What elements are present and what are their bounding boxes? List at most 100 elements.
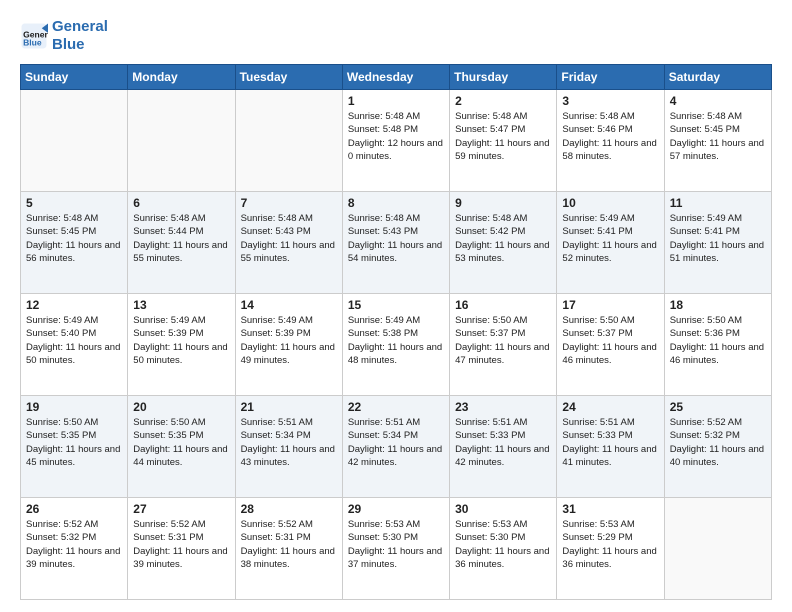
logo-icon: General Blue — [20, 22, 48, 50]
day-number: 4 — [670, 94, 766, 108]
day-number: 3 — [562, 94, 658, 108]
cell-info: Sunrise: 5:52 AMSunset: 5:31 PMDaylight:… — [241, 519, 335, 570]
weekday-header-wednesday: Wednesday — [342, 65, 449, 90]
calendar-cell: 21 Sunrise: 5:51 AMSunset: 5:34 PMDayligh… — [235, 396, 342, 498]
day-number: 5 — [26, 196, 122, 210]
day-number: 12 — [26, 298, 122, 312]
day-number: 30 — [455, 502, 551, 516]
day-number: 14 — [241, 298, 337, 312]
cell-info: Sunrise: 5:48 AMSunset: 5:42 PMDaylight:… — [455, 213, 549, 264]
day-number: 17 — [562, 298, 658, 312]
cell-info: Sunrise: 5:48 AMSunset: 5:43 PMDaylight:… — [348, 213, 442, 264]
day-number: 13 — [133, 298, 229, 312]
cell-info: Sunrise: 5:48 AMSunset: 5:47 PMDaylight:… — [455, 111, 549, 162]
cell-info: Sunrise: 5:50 AMSunset: 5:35 PMDaylight:… — [26, 417, 120, 468]
day-number: 24 — [562, 400, 658, 414]
calendar-cell: 11 Sunrise: 5:49 AMSunset: 5:41 PMDayligh… — [664, 192, 771, 294]
day-number: 25 — [670, 400, 766, 414]
day-number: 31 — [562, 502, 658, 516]
cell-info: Sunrise: 5:49 AMSunset: 5:39 PMDaylight:… — [241, 315, 335, 366]
cell-info: Sunrise: 5:53 AMSunset: 5:30 PMDaylight:… — [348, 519, 442, 570]
calendar-cell: 28 Sunrise: 5:52 AMSunset: 5:31 PMDayligh… — [235, 498, 342, 600]
cell-info: Sunrise: 5:48 AMSunset: 5:44 PMDaylight:… — [133, 213, 227, 264]
cell-info: Sunrise: 5:50 AMSunset: 5:37 PMDaylight:… — [455, 315, 549, 366]
day-number: 9 — [455, 196, 551, 210]
cell-info: Sunrise: 5:52 AMSunset: 5:31 PMDaylight:… — [133, 519, 227, 570]
day-number: 20 — [133, 400, 229, 414]
calendar-cell: 1Sunrise: 5:48 AMSunset: 5:48 PMDaylight… — [342, 90, 449, 192]
calendar-week-row: 19 Sunrise: 5:50 AMSunset: 5:35 PMDayligh… — [21, 396, 772, 498]
day-number: 23 — [455, 400, 551, 414]
calendar-cell: 4 Sunrise: 5:48 AMSunset: 5:45 PMDaylight… — [664, 90, 771, 192]
cell-info: Sunrise: 5:49 AMSunset: 5:41 PMDaylight:… — [670, 213, 764, 264]
calendar-cell: 16 Sunrise: 5:50 AMSunset: 5:37 PMDayligh… — [450, 294, 557, 396]
calendar-cell: 9 Sunrise: 5:48 AMSunset: 5:42 PMDaylight… — [450, 192, 557, 294]
cell-info: Sunrise: 5:49 AMSunset: 5:41 PMDaylight:… — [562, 213, 656, 264]
day-number: 21 — [241, 400, 337, 414]
calendar-cell — [21, 90, 128, 192]
calendar-cell: 17Sunrise: 5:50 AMSunset: 5:37 PMDayligh… — [557, 294, 664, 396]
calendar-cell: 7 Sunrise: 5:48 AMSunset: 5:43 PMDaylight… — [235, 192, 342, 294]
day-number: 29 — [348, 502, 444, 516]
cell-info: Sunrise: 5:51 AMSunset: 5:34 PMDaylight:… — [348, 417, 442, 468]
calendar-week-row: 1Sunrise: 5:48 AMSunset: 5:48 PMDaylight… — [21, 90, 772, 192]
day-number: 28 — [241, 502, 337, 516]
calendar-cell: 6 Sunrise: 5:48 AMSunset: 5:44 PMDaylight… — [128, 192, 235, 294]
calendar-cell: 29 Sunrise: 5:53 AMSunset: 5:30 PMDayligh… — [342, 498, 449, 600]
cell-info: Sunrise: 5:52 AMSunset: 5:32 PMDaylight:… — [670, 417, 764, 468]
weekday-header-tuesday: Tuesday — [235, 65, 342, 90]
weekday-header-monday: Monday — [128, 65, 235, 90]
cell-info: Sunrise: 5:51 AMSunset: 5:33 PMDaylight:… — [562, 417, 656, 468]
calendar-header-row: SundayMondayTuesdayWednesdayThursdayFrid… — [21, 65, 772, 90]
cell-info: Sunrise: 5:51 AMSunset: 5:34 PMDaylight:… — [241, 417, 335, 468]
calendar-cell: 26Sunrise: 5:52 AMSunset: 5:32 PMDayligh… — [21, 498, 128, 600]
day-number: 2 — [455, 94, 551, 108]
day-number: 8 — [348, 196, 444, 210]
cell-info: Sunrise: 5:48 AMSunset: 5:48 PMDaylight:… — [348, 111, 443, 162]
weekday-header-thursday: Thursday — [450, 65, 557, 90]
weekday-header-saturday: Saturday — [664, 65, 771, 90]
calendar-cell: 30Sunrise: 5:53 AMSunset: 5:30 PMDayligh… — [450, 498, 557, 600]
day-number: 16 — [455, 298, 551, 312]
calendar-cell: 24 Sunrise: 5:51 AMSunset: 5:33 PMDayligh… — [557, 396, 664, 498]
day-number: 22 — [348, 400, 444, 414]
calendar-cell — [128, 90, 235, 192]
calendar-cell: 13Sunrise: 5:49 AMSunset: 5:39 PMDayligh… — [128, 294, 235, 396]
cell-info: Sunrise: 5:48 AMSunset: 5:43 PMDaylight:… — [241, 213, 335, 264]
calendar-cell: 27Sunrise: 5:52 AMSunset: 5:31 PMDayligh… — [128, 498, 235, 600]
logo-wordmark: General Blue — [52, 18, 108, 54]
day-number: 15 — [348, 298, 444, 312]
cell-info: Sunrise: 5:51 AMSunset: 5:33 PMDaylight:… — [455, 417, 549, 468]
calendar-cell: 14 Sunrise: 5:49 AMSunset: 5:39 PMDayligh… — [235, 294, 342, 396]
calendar-cell: 3 Sunrise: 5:48 AMSunset: 5:46 PMDaylight… — [557, 90, 664, 192]
calendar-cell: 12 Sunrise: 5:49 AMSunset: 5:40 PMDayligh… — [21, 294, 128, 396]
calendar-cell: 25 Sunrise: 5:52 AMSunset: 5:32 PMDayligh… — [664, 396, 771, 498]
calendar-cell: 31 Sunrise: 5:53 AMSunset: 5:29 PMDayligh… — [557, 498, 664, 600]
calendar-week-row: 5 Sunrise: 5:48 AMSunset: 5:45 PMDaylight… — [21, 192, 772, 294]
calendar-cell: 18Sunrise: 5:50 AMSunset: 5:36 PMDayligh… — [664, 294, 771, 396]
calendar-cell: 2 Sunrise: 5:48 AMSunset: 5:47 PMDaylight… — [450, 90, 557, 192]
cell-info: Sunrise: 5:49 AMSunset: 5:38 PMDaylight:… — [348, 315, 442, 366]
calendar-cell: 20Sunrise: 5:50 AMSunset: 5:35 PMDayligh… — [128, 396, 235, 498]
calendar-cell — [235, 90, 342, 192]
calendar-week-row: 12 Sunrise: 5:49 AMSunset: 5:40 PMDayligh… — [21, 294, 772, 396]
svg-text:Blue: Blue — [23, 37, 42, 47]
weekday-header-friday: Friday — [557, 65, 664, 90]
cell-info: Sunrise: 5:48 AMSunset: 5:45 PMDaylight:… — [26, 213, 120, 264]
cell-info: Sunrise: 5:49 AMSunset: 5:40 PMDaylight:… — [26, 315, 120, 366]
day-number: 18 — [670, 298, 766, 312]
header: General Blue General Blue — [20, 18, 772, 54]
calendar-cell — [664, 498, 771, 600]
calendar-cell: 8 Sunrise: 5:48 AMSunset: 5:43 PMDaylight… — [342, 192, 449, 294]
day-number: 6 — [133, 196, 229, 210]
day-number: 10 — [562, 196, 658, 210]
day-number: 26 — [26, 502, 122, 516]
cell-info: Sunrise: 5:53 AMSunset: 5:29 PMDaylight:… — [562, 519, 656, 570]
cell-info: Sunrise: 5:48 AMSunset: 5:45 PMDaylight:… — [670, 111, 764, 162]
day-number: 11 — [670, 196, 766, 210]
day-number: 19 — [26, 400, 122, 414]
calendar-cell: 5 Sunrise: 5:48 AMSunset: 5:45 PMDaylight… — [21, 192, 128, 294]
cell-info: Sunrise: 5:48 AMSunset: 5:46 PMDaylight:… — [562, 111, 656, 162]
calendar-cell: 15 Sunrise: 5:49 AMSunset: 5:38 PMDayligh… — [342, 294, 449, 396]
day-number: 7 — [241, 196, 337, 210]
